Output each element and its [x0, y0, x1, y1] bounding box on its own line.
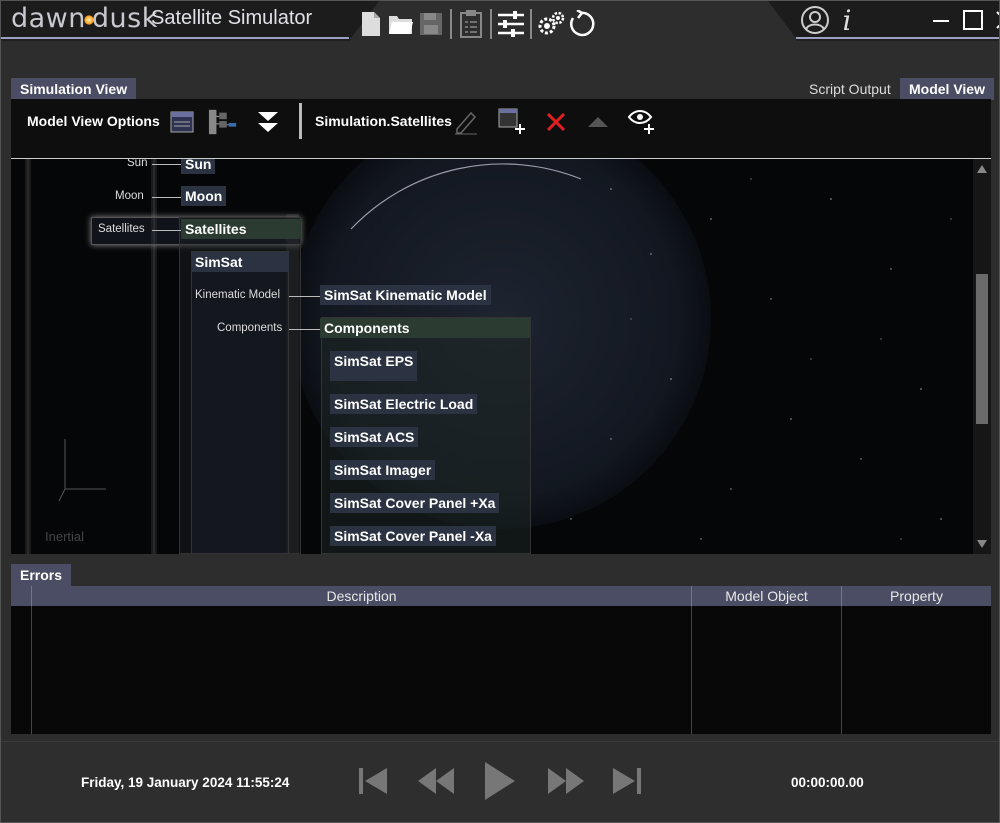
- skip-to-end-icon[interactable]: [611, 766, 643, 796]
- satellites-label: Satellites: [98, 223, 145, 235]
- toolbar-separator: [299, 103, 302, 139]
- model-view-canvas[interactable]: Inertial Sun Sun Moon Moon Satellites Sa…: [11, 159, 974, 554]
- components-node[interactable]: Components: [320, 318, 530, 338]
- playback-bar: Friday, 19 January 2024 11:55:24 00:00:0…: [1, 741, 999, 822]
- reset-icon[interactable]: [566, 10, 596, 38]
- toolbar-separator: [450, 9, 452, 39]
- moon-node[interactable]: Moon: [181, 186, 227, 206]
- edit-pencil-icon[interactable]: [451, 107, 481, 137]
- connector-line: [152, 230, 181, 231]
- new-file-icon[interactable]: [356, 10, 386, 38]
- brand-dusk: dusk: [91, 3, 158, 34]
- info-icon[interactable]: i: [831, 3, 863, 37]
- add-view-eye-icon[interactable]: [627, 107, 657, 137]
- satellites-node[interactable]: Satellites: [181, 219, 301, 239]
- elapsed-timer: 00:00:00.00: [791, 775, 864, 790]
- tab-script-output[interactable]: Script Output: [800, 78, 900, 100]
- add-object-icon[interactable]: [497, 107, 527, 137]
- scroll-thumb[interactable]: [976, 274, 988, 424]
- connector-line: [152, 197, 181, 198]
- maximize-icon[interactable]: [957, 5, 989, 35]
- user-icon[interactable]: [799, 5, 831, 35]
- delete-icon[interactable]: [541, 107, 571, 137]
- app-window: dawn dusk Satellite Simulator i Simulati…: [0, 0, 1000, 823]
- window-controls: i: [799, 3, 999, 37]
- brand-logo: dawn dusk: [11, 3, 158, 34]
- tab-simulation-view[interactable]: Simulation View: [11, 78, 137, 100]
- brand-dawn: dawn: [11, 3, 86, 34]
- title-bar: dawn dusk Satellite Simulator i: [1, 1, 999, 41]
- scroll-up-icon[interactable]: [976, 163, 988, 175]
- minimize-icon[interactable]: [925, 5, 957, 35]
- open-folder-icon[interactable]: [386, 10, 416, 38]
- info-glyph: i: [842, 3, 852, 37]
- connector-line: [152, 164, 181, 165]
- sun-node[interactable]: Sun: [181, 159, 216, 174]
- tab-model-view[interactable]: Model View: [900, 78, 994, 100]
- toolbar-separator: [530, 9, 532, 39]
- kinematic-model-label: Kinematic Model: [195, 289, 281, 301]
- errors-table-body: [11, 606, 991, 734]
- kinematic-model-node[interactable]: SimSat Kinematic Model: [320, 285, 491, 305]
- gears-icon[interactable]: [536, 10, 566, 38]
- component-item[interactable]: SimSat Imager: [330, 460, 436, 480]
- sliders-icon[interactable]: [496, 10, 526, 38]
- column-property[interactable]: Property: [841, 586, 991, 606]
- model-path-label: Simulation.Satellites: [315, 113, 452, 129]
- errors-table-header: Description Model Object Property: [11, 586, 991, 606]
- axis-gizmo-icon: [58, 439, 106, 502]
- component-item[interactable]: SimSat Cover Panel +Xa: [330, 493, 500, 513]
- column-divider: [691, 606, 692, 734]
- inertial-frame-label: Inertial: [45, 529, 85, 544]
- vertical-scrollbar[interactable]: [973, 159, 991, 554]
- moon-label: Moon: [115, 190, 144, 202]
- connector-line: [289, 296, 321, 297]
- sun-label: Sun: [127, 159, 148, 169]
- scroll-down-icon[interactable]: [976, 538, 988, 550]
- window-layout-icon[interactable]: [167, 107, 197, 137]
- model-view-options-label: Model View Options: [27, 113, 160, 129]
- column-description[interactable]: Description: [31, 586, 691, 606]
- model-view-toolbar: Model View Options Simulation.Satellites: [11, 99, 991, 159]
- column-divider: [841, 606, 842, 734]
- component-item[interactable]: SimSat EPS: [330, 351, 418, 381]
- tree-layout-icon[interactable]: [208, 107, 238, 137]
- component-item[interactable]: SimSat Cover Panel -Xa: [330, 526, 496, 546]
- column-model-object[interactable]: Model Object: [691, 586, 841, 606]
- component-item[interactable]: SimSat ACS: [330, 427, 419, 447]
- close-icon[interactable]: [989, 5, 999, 35]
- skip-to-start-icon[interactable]: [357, 766, 389, 796]
- window-spacer: [863, 5, 925, 35]
- fast-forward-icon[interactable]: [546, 766, 586, 796]
- play-icon[interactable]: [483, 760, 517, 802]
- tab-errors[interactable]: Errors: [11, 564, 72, 586]
- simsat-node[interactable]: SimSat: [191, 252, 289, 272]
- toolbar-separator: [490, 9, 492, 39]
- main-toolbar: [356, 9, 596, 39]
- collapse-down-icon[interactable]: [253, 107, 283, 137]
- clipboard-icon[interactable]: [456, 10, 486, 38]
- components-label: Components: [217, 322, 283, 334]
- save-icon[interactable]: [416, 10, 446, 38]
- rewind-icon[interactable]: [416, 766, 456, 796]
- simulation-datetime: Friday, 19 January 2024 11:55:24: [81, 775, 290, 790]
- app-title: Satellite Simulator: [151, 7, 313, 29]
- move-up-icon[interactable]: [583, 107, 613, 137]
- column-divider: [31, 606, 32, 734]
- component-item[interactable]: SimSat Electric Load: [330, 394, 478, 414]
- connector-line: [289, 329, 321, 330]
